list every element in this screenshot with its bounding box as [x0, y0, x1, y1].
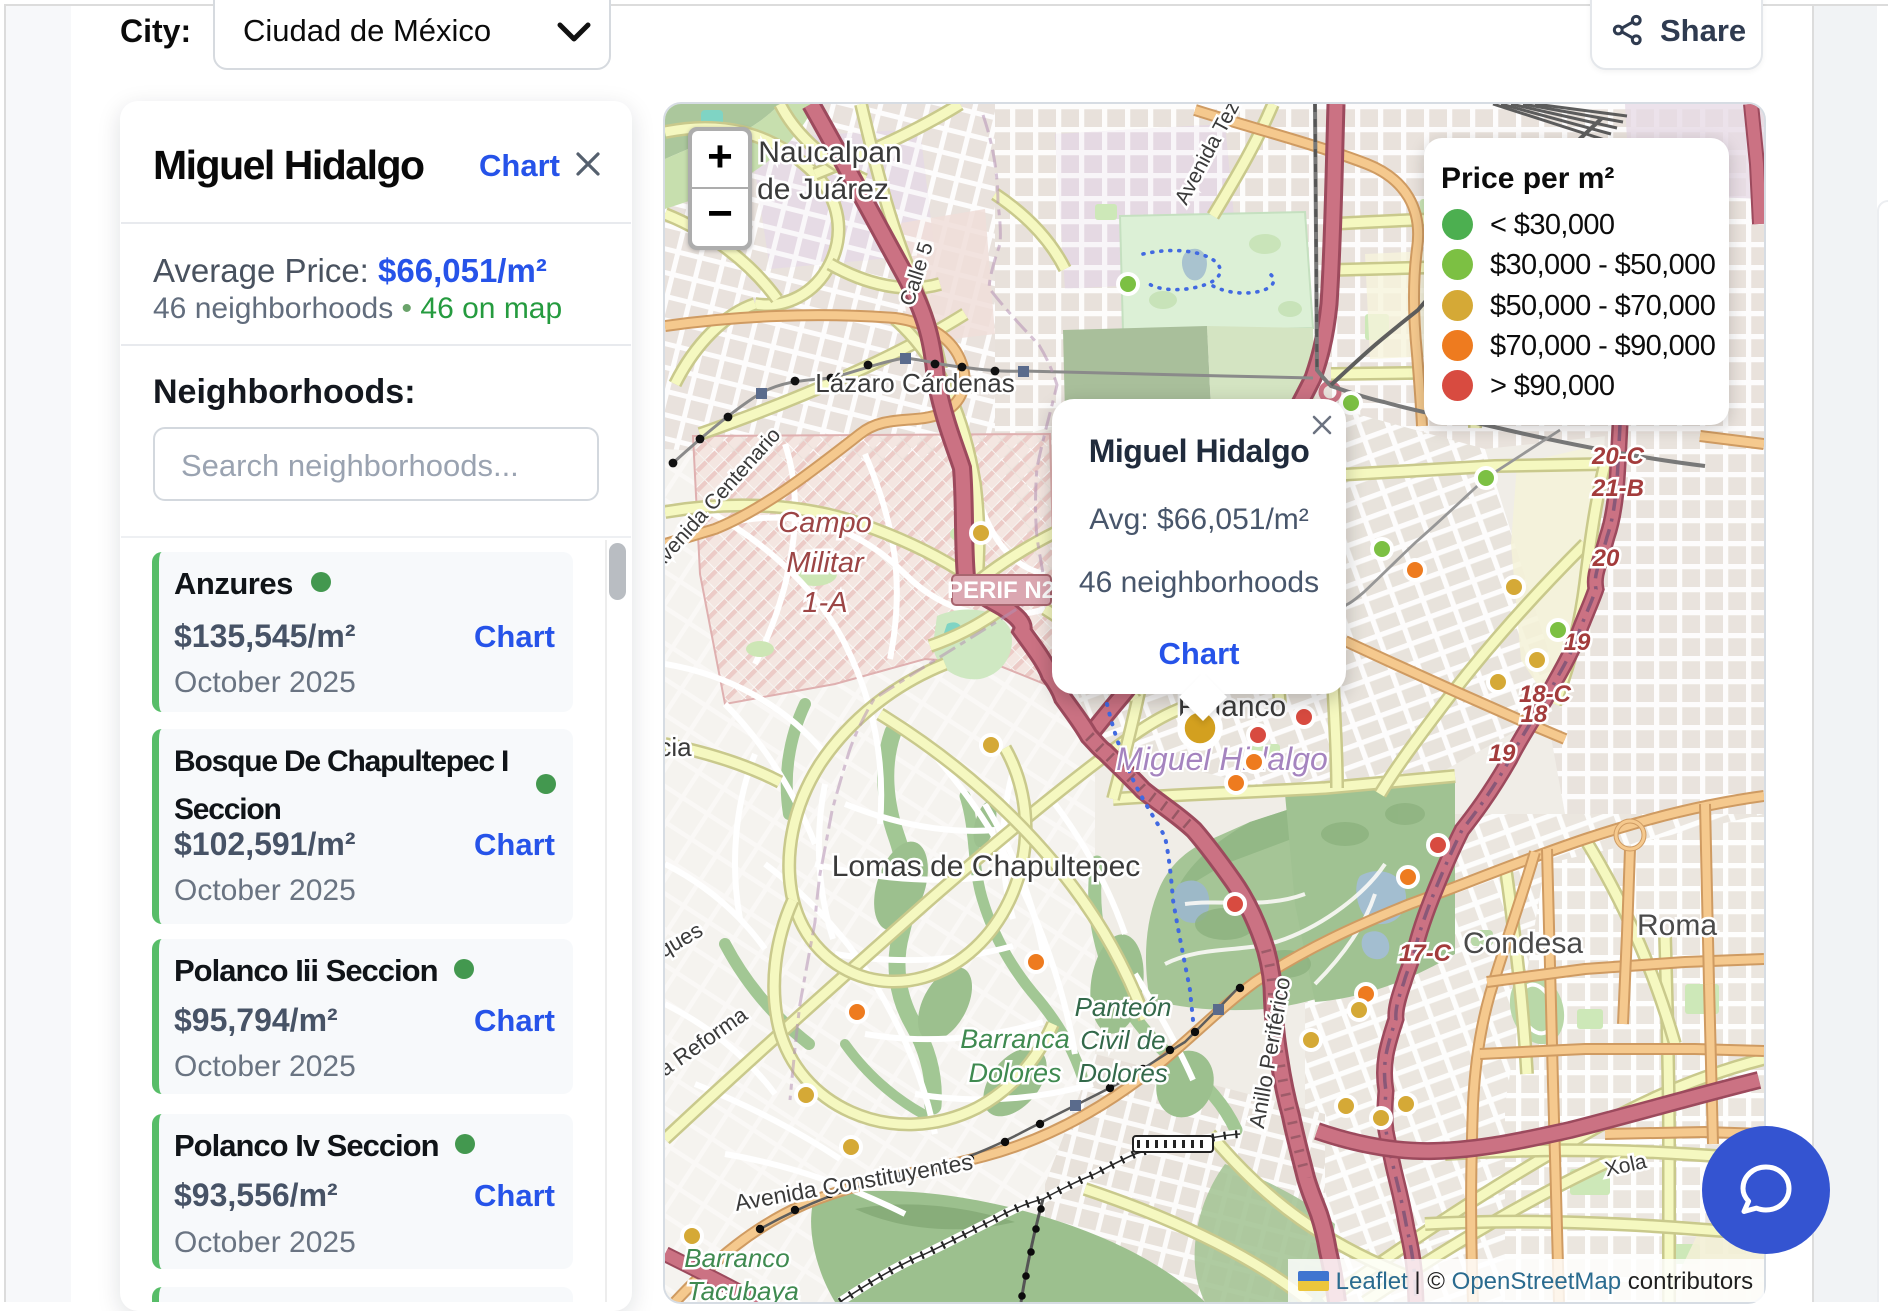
svg-text:Miguel Hidalgo: Miguel Hidalgo — [1116, 741, 1328, 777]
svg-text:20: 20 — [1592, 545, 1620, 572]
svg-text:Roma: Roma — [1637, 909, 1717, 942]
svg-text:Lázaro Cárdenas: Lázaro Cárdenas — [815, 368, 1014, 398]
svg-text:1-A: 1-A — [802, 587, 847, 619]
svg-text:PERIF N2: PERIF N2 — [947, 577, 1055, 604]
svg-text:Barranco: Barranco — [684, 1243, 790, 1273]
svg-text:Barranca: Barranca — [960, 1024, 1070, 1054]
svg-text:17-C: 17-C — [1399, 940, 1452, 967]
svg-text:Naucalpan: Naucalpan — [758, 136, 901, 169]
svg-text:19: 19 — [1489, 740, 1516, 767]
svg-text:Panteón: Panteón — [1075, 992, 1172, 1022]
svg-text:Condesa: Condesa — [1463, 927, 1583, 960]
svg-text:Dolores: Dolores — [968, 1058, 1061, 1088]
svg-text:18: 18 — [1521, 701, 1548, 728]
svg-text:Tacubaya: Tacubaya — [687, 1276, 799, 1302]
svg-text:Campo: Campo — [778, 507, 872, 539]
svg-text:Dolores: Dolores — [1078, 1058, 1168, 1088]
svg-text:Civil de: Civil de — [1080, 1025, 1165, 1055]
svg-text:de Juárez: de Juárez — [757, 173, 889, 206]
svg-text:Militar: Militar — [786, 547, 865, 579]
svg-text:cia: cia — [665, 732, 692, 762]
svg-text:20-C: 20-C — [1591, 443, 1645, 470]
svg-text:Lomas de Chapultepec: Lomas de Chapultepec — [832, 850, 1141, 883]
svg-text:21-B: 21-B — [1591, 475, 1644, 502]
